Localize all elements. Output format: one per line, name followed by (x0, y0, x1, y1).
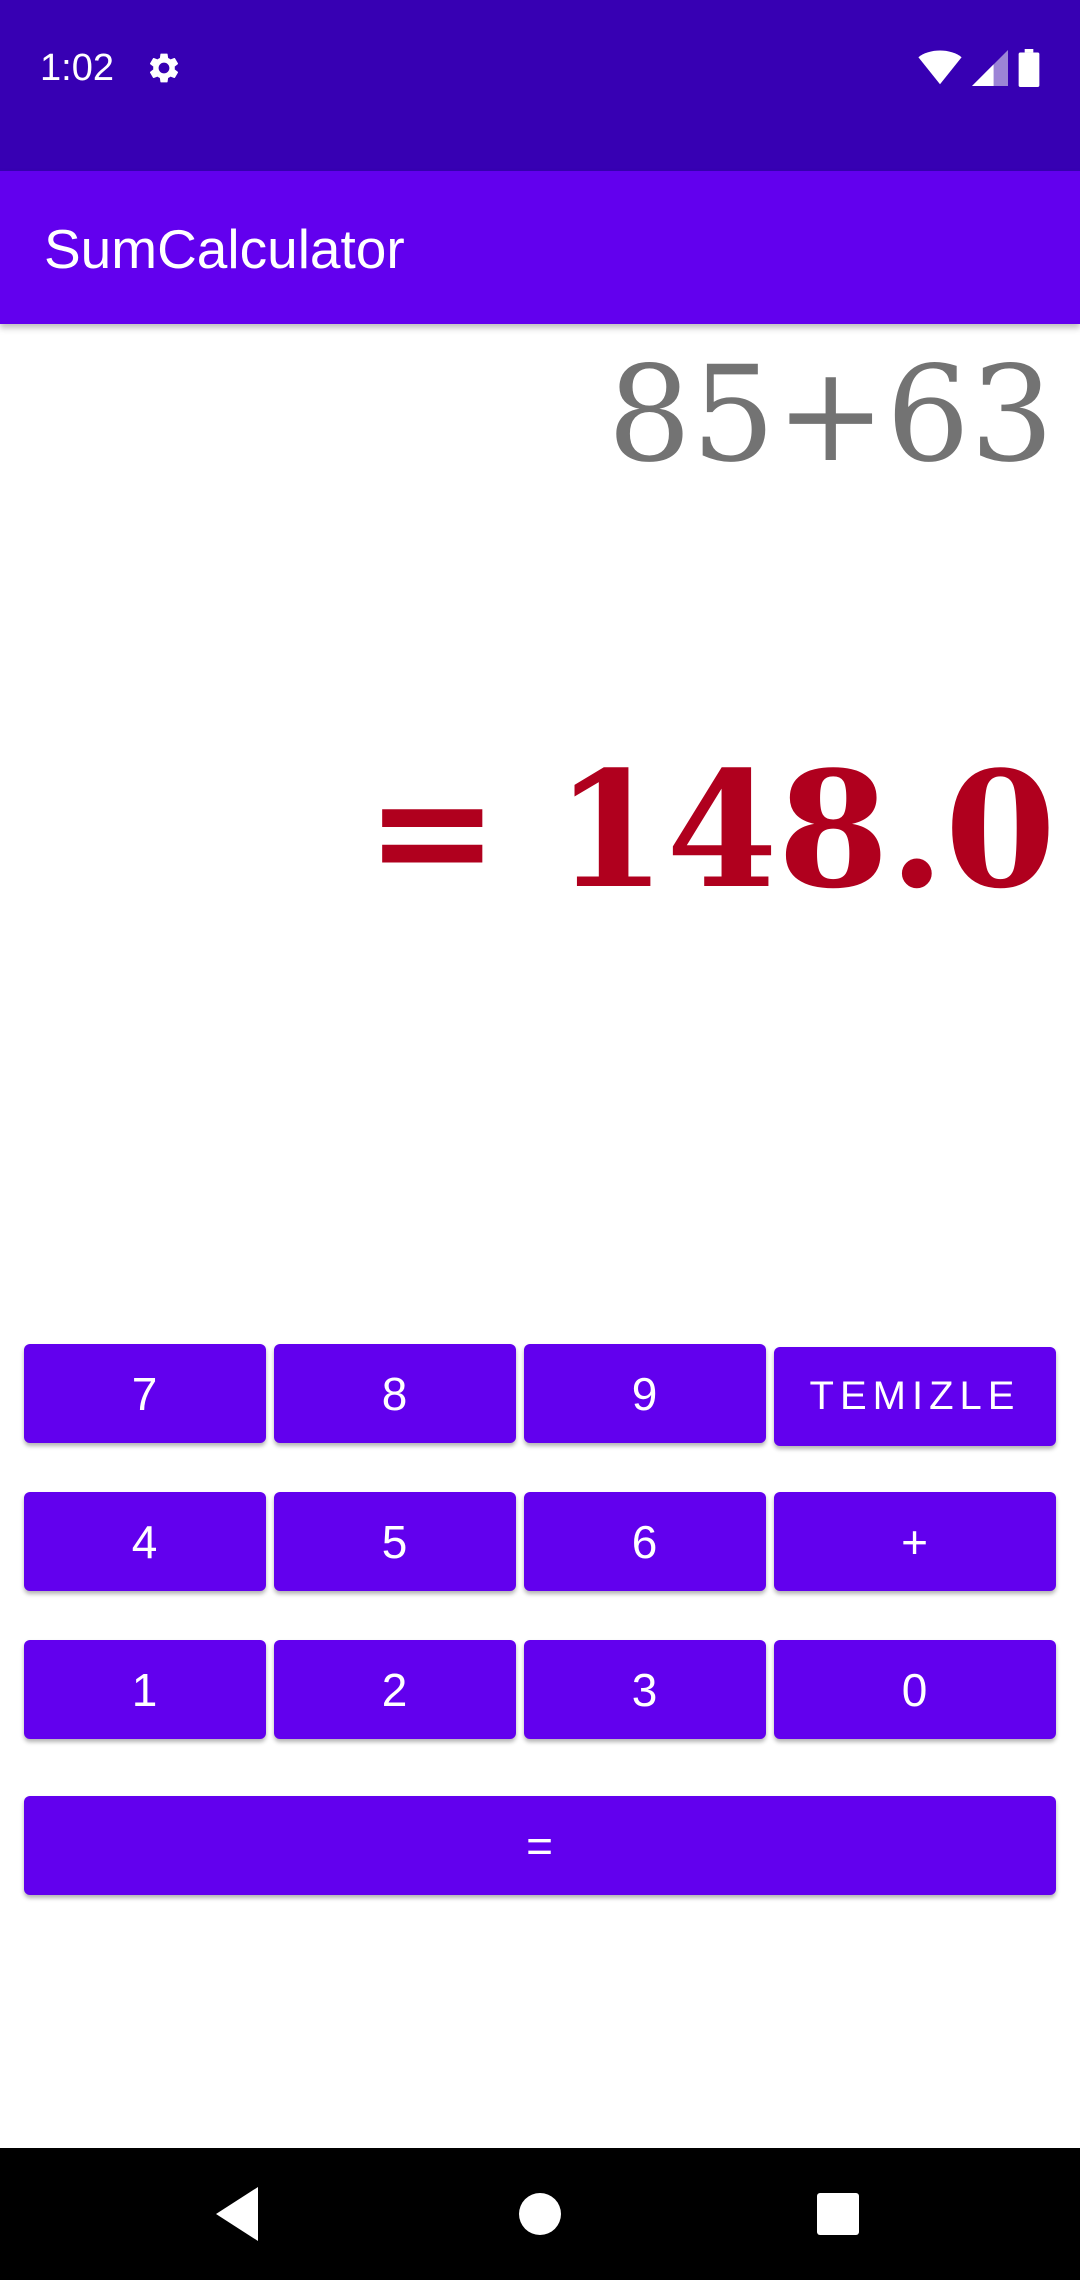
digit-2-button[interactable]: 2 (274, 1640, 516, 1739)
digit-0-button[interactable]: 0 (774, 1640, 1056, 1739)
digit-9-button[interactable]: 9 (524, 1344, 766, 1443)
home-icon[interactable] (510, 2184, 570, 2244)
recents-icon[interactable] (808, 2184, 868, 2244)
digit-6-button[interactable]: 6 (524, 1492, 766, 1591)
status-time: 1:02 (40, 47, 114, 89)
plus-button[interactable]: + (774, 1492, 1056, 1591)
app-bar: SumCalculator (0, 171, 1080, 324)
result-display: = 148.0 (365, 736, 1056, 924)
status-icons (918, 48, 1040, 88)
clear-button[interactable]: TEMIZLE (774, 1347, 1056, 1446)
cell-signal-icon (972, 50, 1008, 86)
equals-button[interactable]: = (24, 1796, 1056, 1895)
digit-1-button[interactable]: 1 (24, 1640, 266, 1739)
digit-5-button[interactable]: 5 (274, 1492, 516, 1591)
digit-7-button[interactable]: 7 (24, 1344, 266, 1443)
digit-3-button[interactable]: 3 (524, 1640, 766, 1739)
screen: 1:02 SumCalculator 85+63 = 148.0 7 8 9 T… (0, 0, 1080, 2280)
status-bar: 1:02 (0, 0, 1080, 171)
digit-4-button[interactable]: 4 (24, 1492, 266, 1591)
expression-display: 85+63 (607, 338, 1054, 492)
app-title: SumCalculator (44, 218, 405, 280)
wifi-icon (918, 50, 962, 85)
back-icon[interactable] (210, 2184, 270, 2244)
digit-8-button[interactable]: 8 (274, 1344, 516, 1443)
navigation-bar (0, 2148, 1080, 2280)
battery-icon (1018, 49, 1040, 87)
settings-gear-icon (149, 53, 179, 83)
